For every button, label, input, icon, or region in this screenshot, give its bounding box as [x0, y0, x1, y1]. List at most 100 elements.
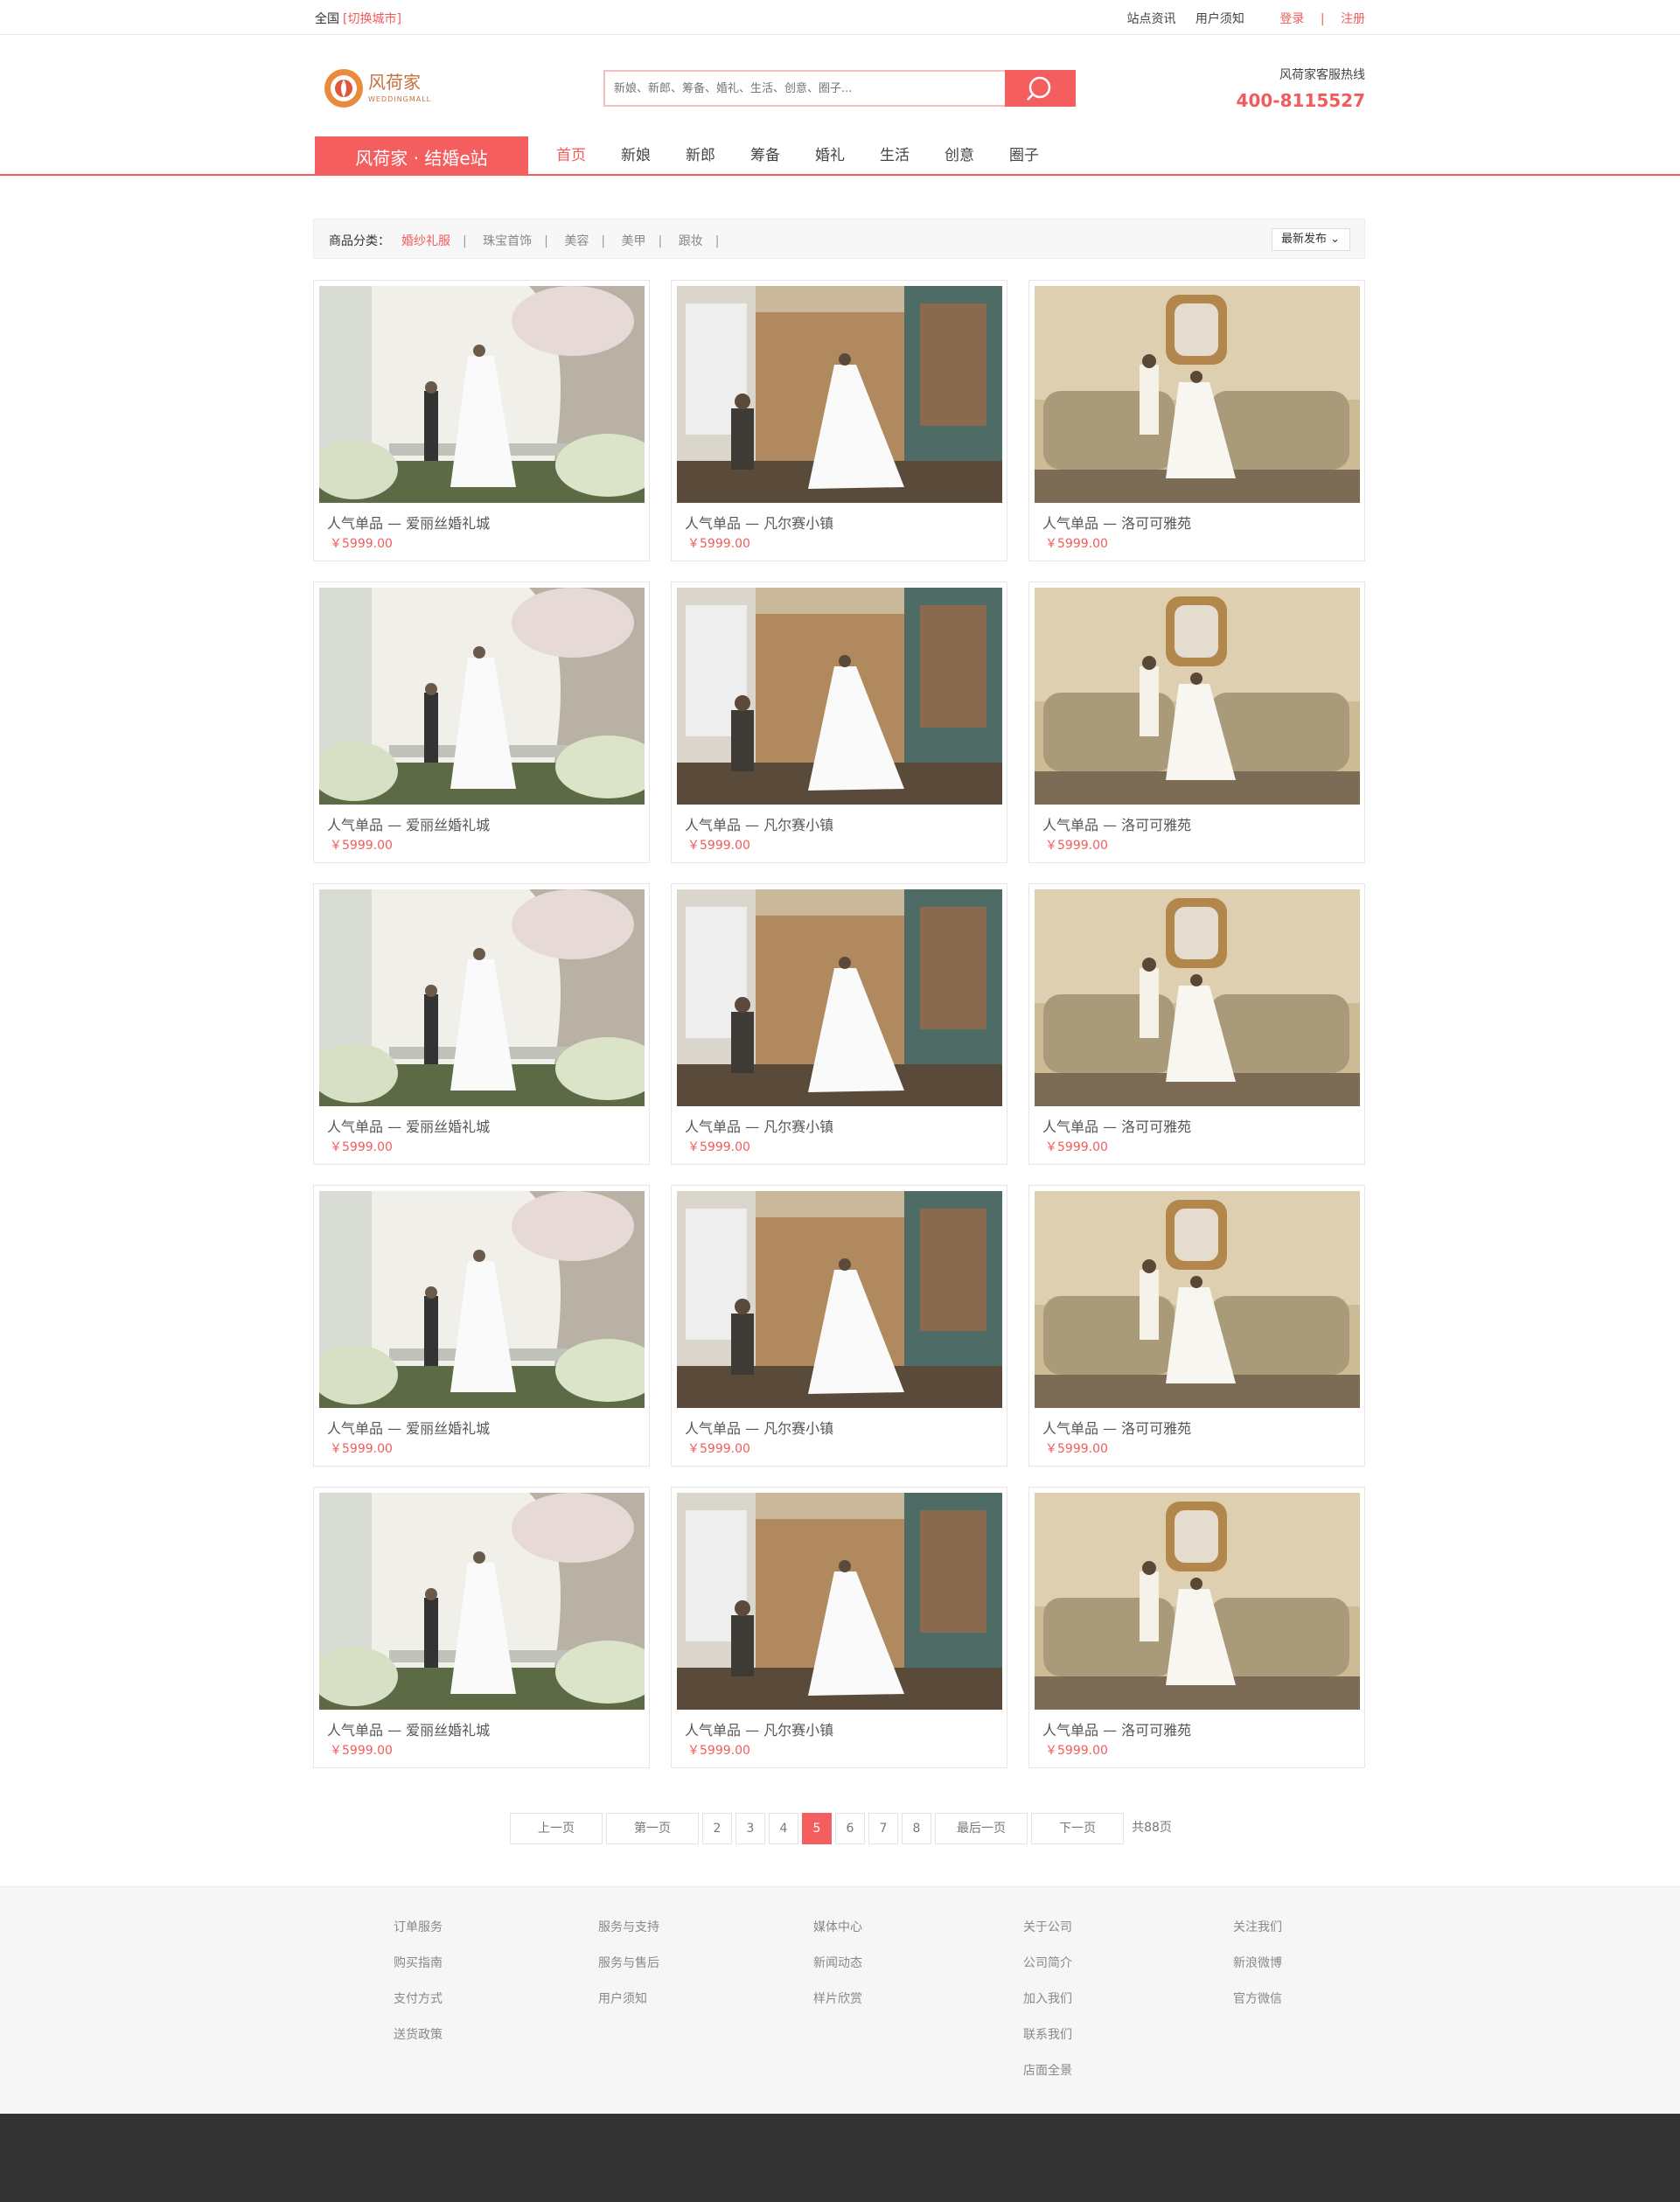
product-title[interactable]: 人气单品 — 爱丽丝婚礼城	[327, 1115, 490, 1136]
product-image[interactable]	[319, 1493, 645, 1710]
product-card[interactable]: 人气单品 — 爱丽丝婚礼城 ￥5999.00	[313, 1185, 650, 1467]
footer-link[interactable]: 订单服务	[394, 1918, 443, 1934]
page-5-current[interactable]: 5	[802, 1813, 832, 1844]
footer-link[interactable]: 新闻动态	[813, 1954, 862, 1970]
product-image[interactable]	[1035, 286, 1360, 503]
product-card[interactable]: 人气单品 — 洛可可雅苑 ￥5999.00	[1028, 1185, 1365, 1467]
footer-link[interactable]: 关于公司	[1023, 1918, 1072, 1934]
page-2[interactable]: 2	[702, 1813, 732, 1844]
footer-link[interactable]: 送货政策	[394, 2025, 443, 2042]
product-card[interactable]: 人气单品 — 洛可可雅苑 ￥5999.00	[1028, 883, 1365, 1165]
prev-page-button[interactable]: 上一页	[510, 1813, 603, 1844]
product-image[interactable]	[677, 1191, 1002, 1408]
product-title[interactable]: 人气单品 — 洛可可雅苑	[1042, 512, 1191, 533]
product-title[interactable]: 人气单品 — 爱丽丝婚礼城	[327, 813, 490, 834]
footer-link[interactable]: 服务与售后	[598, 1954, 659, 1970]
footer-link[interactable]: 官方微信	[1233, 1989, 1282, 2006]
product-image[interactable]	[319, 588, 645, 805]
switch-city-link[interactable]: [切换城市]	[343, 12, 401, 26]
product-title[interactable]: 人气单品 — 凡尔赛小镇	[685, 813, 833, 834]
product-card[interactable]: 人气单品 — 凡尔赛小镇 ￥5999.00	[671, 280, 1007, 561]
product-card[interactable]: 人气单品 — 凡尔赛小镇 ￥5999.00	[671, 582, 1007, 863]
product-title[interactable]: 人气单品 — 洛可可雅苑	[1042, 813, 1191, 834]
product-card[interactable]: 人气单品 — 洛可可雅苑 ￥5999.00	[1028, 1487, 1365, 1768]
nav-item-prepare[interactable]: 筹备	[750, 136, 813, 176]
product-title[interactable]: 人气单品 — 爱丽丝婚礼城	[327, 512, 490, 533]
product-title[interactable]: 人气单品 — 洛可可雅苑	[1042, 1115, 1191, 1136]
category-nails[interactable]: 美甲	[622, 234, 646, 248]
product-card[interactable]: 人气单品 — 凡尔赛小镇 ￥5999.00	[671, 1487, 1007, 1768]
category-jewelry[interactable]: 珠宝首饰	[483, 234, 532, 248]
register-link[interactable]: 注册	[1341, 12, 1365, 26]
product-image[interactable]	[677, 588, 1002, 805]
site-logo[interactable]: 风荷家 WEDDINGMALL	[321, 62, 461, 115]
next-page-button[interactable]: 下一页	[1031, 1813, 1124, 1844]
product-image[interactable]	[1035, 1191, 1360, 1408]
page-4[interactable]: 4	[769, 1813, 798, 1844]
nav-item-life[interactable]: 生活	[880, 136, 943, 176]
product-image[interactable]	[1035, 588, 1360, 805]
product-image[interactable]	[677, 286, 1002, 503]
footer-link[interactable]: 店面全景	[1023, 2061, 1072, 2078]
product-card[interactable]: 人气单品 — 爱丽丝婚礼城 ￥5999.00	[313, 280, 650, 561]
footer-link[interactable]: 公司简介	[1023, 1954, 1072, 1970]
product-title[interactable]: 人气单品 — 洛可可雅苑	[1042, 1718, 1191, 1739]
nav-item-groom[interactable]: 新郎	[686, 136, 749, 176]
footer-link[interactable]: 用户须知	[598, 1989, 659, 2006]
product-card[interactable]: 人气单品 — 洛可可雅苑 ￥5999.00	[1028, 582, 1365, 863]
product-image[interactable]	[319, 889, 645, 1106]
category-makeup[interactable]: 跟妆	[679, 234, 703, 248]
product-image[interactable]	[319, 1191, 645, 1408]
first-page-button[interactable]: 第一页	[606, 1813, 699, 1844]
product-title[interactable]: 人气单品 — 凡尔赛小镇	[685, 512, 833, 533]
product-card[interactable]: 人气单品 — 爱丽丝婚礼城 ￥5999.00	[313, 582, 650, 863]
nav-item-bride[interactable]: 新娘	[621, 136, 684, 176]
product-card[interactable]: 人气单品 — 凡尔赛小镇 ￥5999.00	[671, 1185, 1007, 1467]
product-card[interactable]: 人气单品 — 爱丽丝婚礼城 ￥5999.00	[313, 883, 650, 1165]
footer-link[interactable]: 服务与支持	[598, 1918, 659, 1934]
product-image[interactable]	[1035, 889, 1360, 1106]
footer-column: 媒体中心新闻动态样片欣赏	[813, 1918, 862, 2025]
search-button[interactable]	[1005, 70, 1076, 107]
footer-link[interactable]: 关注我们	[1233, 1918, 1282, 1934]
product-card[interactable]: 人气单品 — 凡尔赛小镇 ￥5999.00	[671, 883, 1007, 1165]
footer-link[interactable]: 联系我们	[1023, 2025, 1072, 2042]
footer-link[interactable]: 支付方式	[394, 1989, 443, 2006]
nav-item-home[interactable]: 首页	[556, 136, 619, 176]
footer-link[interactable]: 媒体中心	[813, 1918, 862, 1934]
user-notice-link[interactable]: 用户须知	[1196, 12, 1244, 26]
nav-item-wedding[interactable]: 婚礼	[815, 136, 878, 176]
footer-link[interactable]: 新浪微博	[1233, 1954, 1282, 1970]
product-title[interactable]: 人气单品 — 凡尔赛小镇	[685, 1718, 833, 1739]
product-title[interactable]: 人气单品 — 凡尔赛小镇	[685, 1115, 833, 1136]
nav-item-creative[interactable]: 创意	[945, 136, 1007, 176]
page-7[interactable]: 7	[868, 1813, 898, 1844]
product-title[interactable]: 人气单品 — 凡尔赛小镇	[685, 1417, 833, 1438]
login-link[interactable]: 登录	[1279, 12, 1304, 26]
product-title[interactable]: 人气单品 — 爱丽丝婚礼城	[327, 1417, 490, 1438]
page-3[interactable]: 3	[735, 1813, 765, 1844]
sort-dropdown[interactable]: 最新发布 ⌄	[1272, 228, 1350, 251]
product-image[interactable]	[677, 889, 1002, 1106]
last-page-button[interactable]: 最后一页	[935, 1813, 1028, 1844]
nav-brand[interactable]: 风荷家 · 结婚e站	[315, 136, 528, 176]
page-6[interactable]: 6	[835, 1813, 865, 1844]
product-title[interactable]: 人气单品 — 洛可可雅苑	[1042, 1417, 1191, 1438]
product-card[interactable]: 人气单品 — 洛可可雅苑 ￥5999.00	[1028, 280, 1365, 561]
page-8[interactable]: 8	[902, 1813, 931, 1844]
footer-link[interactable]: 加入我们	[1023, 1989, 1072, 2006]
product-image[interactable]	[677, 1493, 1002, 1710]
footer-link[interactable]: 样片欣赏	[813, 1989, 862, 2006]
product-image[interactable]	[319, 286, 645, 503]
site-news-link[interactable]: 站点资讯	[1126, 12, 1175, 26]
product-price: ￥5999.00	[1045, 1442, 1108, 1456]
product-image[interactable]	[1035, 1493, 1360, 1710]
category-wedding-dress[interactable]: 婚纱礼服	[401, 234, 450, 248]
category-beauty[interactable]: 美容	[564, 234, 589, 248]
search-input[interactable]	[605, 72, 999, 105]
product-price: ￥5999.00	[1045, 839, 1108, 853]
footer-link[interactable]: 购买指南	[394, 1954, 443, 1970]
product-card[interactable]: 人气单品 — 爱丽丝婚礼城 ￥5999.00	[313, 1487, 650, 1768]
nav-item-circle[interactable]: 圈子	[1009, 136, 1072, 176]
product-title[interactable]: 人气单品 — 爱丽丝婚礼城	[327, 1718, 490, 1739]
